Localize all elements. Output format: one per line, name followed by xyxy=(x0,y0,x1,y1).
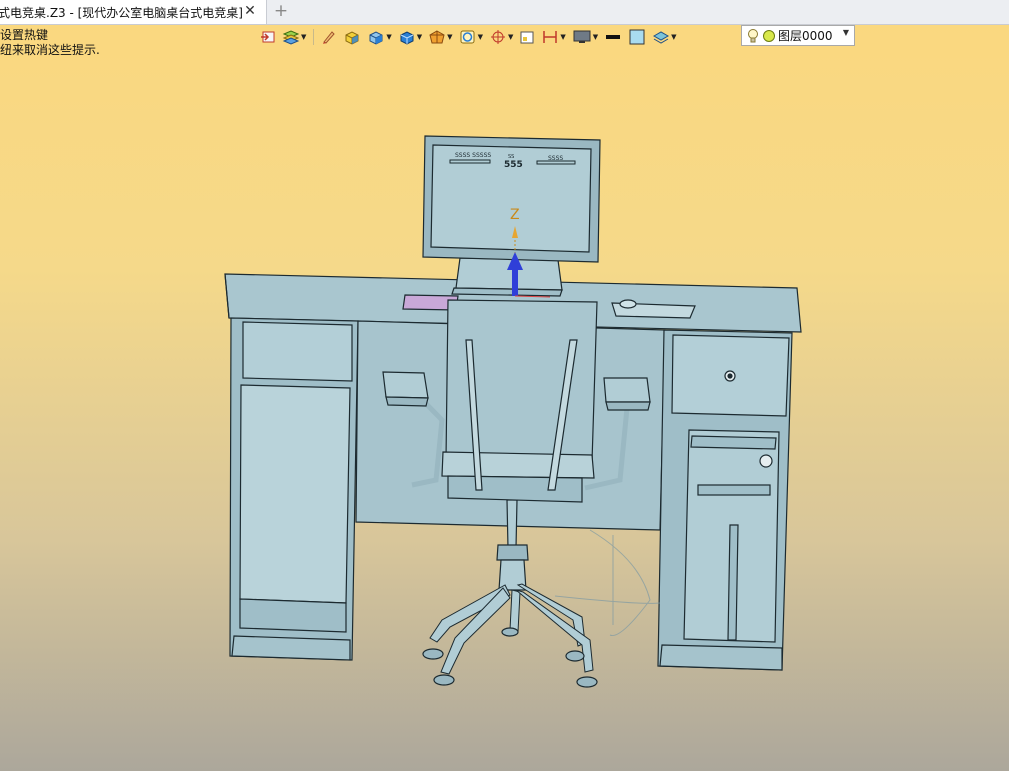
model-scene[interactable]: SSSS SSSSS SS 555 SSSS Z xyxy=(0,0,1009,771)
armrest-left xyxy=(382,371,429,399)
z-axis-label: Z xyxy=(510,207,520,223)
armrest-right xyxy=(603,377,651,403)
monitor-stand xyxy=(455,257,563,291)
monitor-text-left: SSSS SSSSS xyxy=(455,152,491,159)
monitor-text-center: 555 xyxy=(504,160,523,170)
